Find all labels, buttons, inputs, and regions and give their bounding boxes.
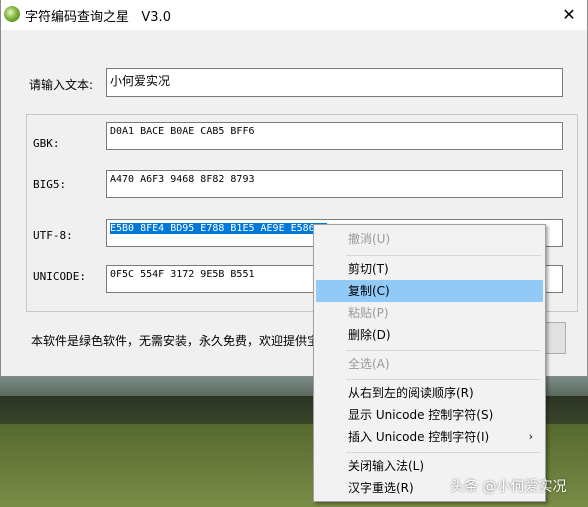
menu-separator bbox=[346, 255, 541, 256]
menu-item-paste[interactable]: 粘贴(P) bbox=[316, 302, 543, 324]
utf8-label: UTF-8: bbox=[33, 229, 73, 242]
menu-item-show-unicode-control[interactable]: 显示 Unicode 控制字符(S) bbox=[316, 404, 543, 426]
menu-item-select-all[interactable]: 全选(A) bbox=[316, 353, 543, 375]
app-icon bbox=[4, 6, 20, 22]
close-icon: ✕ bbox=[562, 5, 576, 24]
utf8-selected-text[interactable]: E5B0 8FE4 BD95 E788 B1E5 AE9E E586 bbox=[110, 223, 315, 234]
big5-field[interactable]: A470 A6F3 9468 8F82 8793 bbox=[106, 170, 563, 198]
menu-item-insert-unicode-control[interactable]: 插入 Unicode 控制字符(I) › bbox=[316, 426, 543, 448]
watermark-text: 头条 @小何爱实况 bbox=[450, 479, 567, 495]
big5-label: BIG5: bbox=[33, 178, 67, 191]
menu-item-insert-unicode-label: 插入 Unicode 控制字符(I) bbox=[348, 430, 490, 444]
title-bar[interactable]: 字符编码查询之星 V3.0 ✕ bbox=[1, 0, 587, 30]
input-label: 请输入文本: bbox=[29, 78, 94, 92]
window-title: 字符编码查询之星 V3.0 bbox=[25, 10, 171, 25]
text-input[interactable]: 小何爱实况 bbox=[106, 68, 563, 97]
gbk-field[interactable]: D0A1 BACE B0AE CAB5 BFF6 bbox=[106, 122, 563, 150]
menu-item-delete[interactable]: 删除(D) bbox=[316, 324, 543, 346]
menu-item-close-ime[interactable]: 关闭输入法(L) bbox=[316, 455, 543, 477]
menu-item-undo[interactable]: 撤消(U) bbox=[316, 228, 543, 250]
menu-item-cut[interactable]: 剪切(T) bbox=[316, 258, 543, 280]
submenu-arrow-icon: › bbox=[528, 430, 533, 443]
footer-text: 本软件是绿色软件，无需安装，永久免费，欢迎提供宝 bbox=[31, 334, 320, 348]
menu-separator bbox=[346, 350, 541, 351]
close-button[interactable]: ✕ bbox=[552, 0, 586, 30]
context-menu: 撤消(U) 剪切(T) 复制(C) 粘贴(P) 删除(D) 全选(A) 从右到左… bbox=[313, 224, 546, 502]
gbk-label: GBK: bbox=[33, 137, 60, 150]
menu-item-rtl-reading[interactable]: 从右到左的阅读顺序(R) bbox=[316, 382, 543, 404]
menu-item-copy[interactable]: 复制(C) bbox=[316, 280, 543, 302]
menu-separator bbox=[346, 379, 541, 380]
menu-separator bbox=[346, 452, 541, 453]
unicode-label: UNICODE: bbox=[33, 270, 86, 283]
